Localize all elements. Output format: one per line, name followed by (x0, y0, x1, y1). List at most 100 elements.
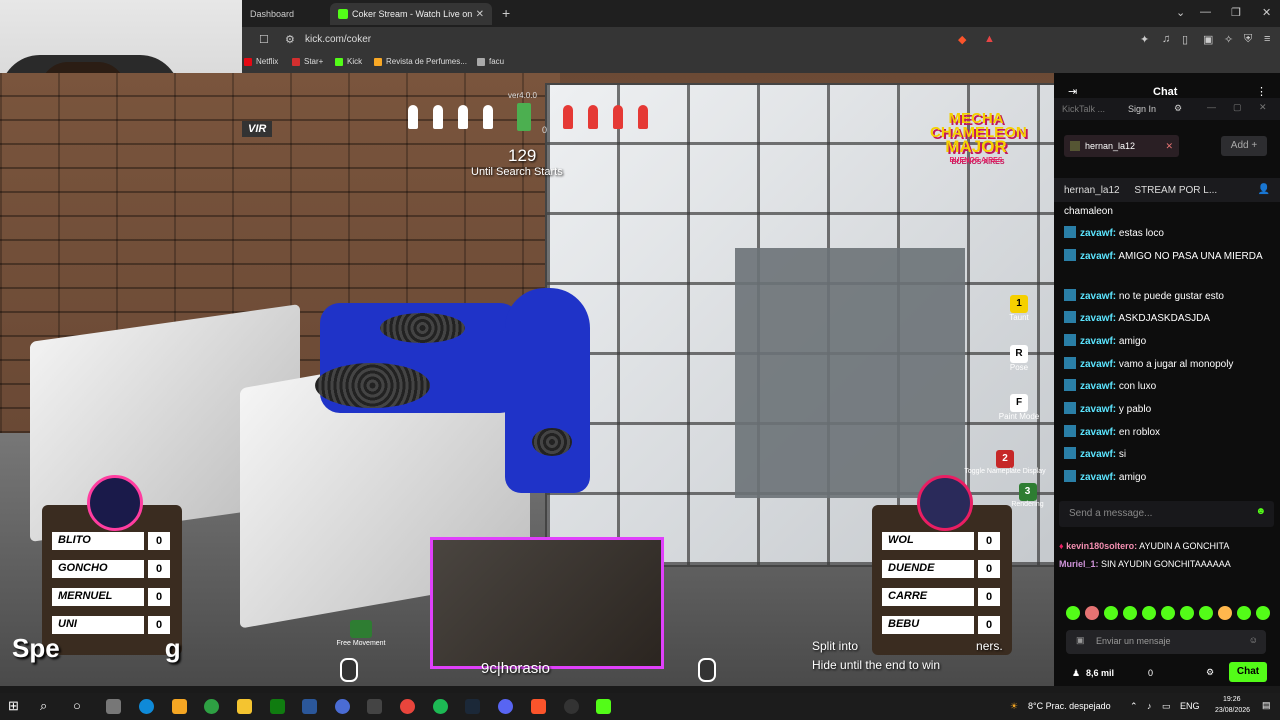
app-icon[interactable] (335, 699, 350, 714)
enviar-mensaje-input[interactable]: ▣ Enviar un mensaje ☺ (1066, 630, 1266, 654)
emote-icon[interactable] (1104, 606, 1118, 620)
steam-icon[interactable] (465, 699, 480, 714)
cortana-icon[interactable]: ○ (73, 698, 88, 713)
wallet-icon[interactable]: ▣ (1203, 33, 1215, 46)
emote-icon[interactable] (1142, 606, 1156, 620)
kick-icon (338, 9, 348, 19)
xbox-icon[interactable] (270, 699, 285, 714)
message-user[interactable]: zavawf: (1080, 404, 1116, 415)
emote-icon[interactable]: ☻ (1255, 506, 1266, 517)
pinned-message[interactable]: hernan_la12 STREAM POR L... 👤 (1054, 178, 1280, 202)
app-icon[interactable] (204, 699, 219, 714)
sidebar-icon[interactable]: ▯ (1182, 33, 1194, 46)
vpn-icon[interactable]: ⛨ (1244, 33, 1256, 45)
notification-icon[interactable]: ▤ (1262, 700, 1271, 711)
spotify-icon[interactable] (433, 699, 448, 714)
site-info-icon[interactable]: ⚙ (285, 33, 297, 46)
player-row: BEBU 0 (882, 616, 1000, 634)
brave-shield-icon[interactable]: ◆ (958, 33, 970, 46)
send-message-input[interactable]: Send a message... ☻ (1059, 501, 1274, 527)
tab-coker-stream[interactable]: Coker Stream - Watch Live on ✕ (330, 3, 492, 25)
music-icon[interactable]: ♫ (1162, 33, 1174, 45)
collapse-chat-icon[interactable]: ⇥ (1068, 85, 1077, 98)
language-indicator[interactable]: ENG (1180, 701, 1200, 711)
edge-icon[interactable] (139, 699, 154, 714)
emote-icon[interactable] (1085, 606, 1099, 620)
add-chat-button[interactable]: Add + (1221, 136, 1267, 156)
chrome-icon[interactable] (400, 699, 415, 714)
emote-icon[interactable] (1237, 606, 1251, 620)
emote-icon[interactable] (1161, 606, 1175, 620)
volume-icon[interactable]: ♪ (1147, 701, 1152, 711)
message-user[interactable]: zavawf: (1080, 427, 1116, 438)
chat-user-tab[interactable]: hernan_la12 ✕ (1064, 135, 1179, 157)
kick-icon[interactable] (596, 699, 611, 714)
message-user[interactable]: zavawf: (1080, 313, 1116, 324)
bookmark-kick[interactable]: Kick (335, 57, 362, 66)
network-icon[interactable]: ▭ (1162, 701, 1171, 712)
emote-icon[interactable] (1218, 606, 1232, 620)
clock-time[interactable]: 19:26 (1223, 696, 1241, 703)
emote-icon[interactable] (1199, 606, 1213, 620)
chat-settings-icon[interactable]: ⋮ (1256, 85, 1267, 98)
message-user[interactable]: Muriel_1: (1059, 559, 1099, 569)
bookmark-starplus[interactable]: Star+ (292, 57, 323, 66)
tab-dashboard[interactable]: Dashboard (242, 3, 328, 25)
url-field[interactable]: kick.com/coker (305, 34, 371, 45)
message-user[interactable]: zavawf: (1080, 381, 1116, 392)
message-user[interactable]: zavawf: (1080, 336, 1116, 347)
bookmark-facu[interactable]: facu (477, 57, 504, 66)
pinned-text: STREAM POR L... (1134, 185, 1218, 196)
extensions-icon[interactable]: ✦ (1140, 33, 1152, 46)
close-window-button[interactable]: ✕ (1262, 6, 1271, 19)
bookmark-perfumes[interactable]: Revista de Perfumes... (374, 57, 467, 66)
emoji-icon[interactable]: ☺ (1249, 635, 1258, 645)
obs-icon[interactable] (564, 699, 579, 714)
message-user[interactable]: zavawf: (1080, 291, 1116, 302)
message-text: AMIGO NO PASA UNA MIERDA (1118, 251, 1263, 262)
chevron-down-icon[interactable]: ⌄ (1176, 6, 1185, 19)
chevron-up-icon[interactable]: ⌃ (1130, 701, 1138, 712)
message-user[interactable]: zavawf: (1080, 251, 1116, 262)
message-user[interactable]: zavawf: (1080, 449, 1116, 460)
minimize-button[interactable]: — (1207, 102, 1216, 112)
chat-send-button[interactable]: Chat (1229, 662, 1267, 682)
word-icon[interactable] (302, 699, 317, 714)
windows-start-icon[interactable]: ⊞ (8, 698, 23, 713)
bookmark-netflix[interactable]: Netflix (244, 57, 278, 66)
close-icon[interactable]: ✕ (1165, 141, 1173, 152)
brave-icon[interactable] (531, 699, 546, 714)
restore-button[interactable]: ❐ (1231, 6, 1241, 19)
app-icon[interactable] (367, 699, 382, 714)
message-user[interactable]: zavawf: (1080, 228, 1116, 239)
message-user[interactable]: kevin180soltero: (1066, 541, 1137, 551)
chat-message-list[interactable]: chamaleon zavawf: estas loco zavawf: AMI… (1054, 203, 1280, 493)
maximize-button[interactable]: ▢ (1233, 102, 1242, 113)
emote-icon[interactable] (1066, 606, 1080, 620)
app-icon[interactable] (172, 699, 187, 714)
brave-rewards-icon[interactable]: ▲ (984, 33, 996, 45)
taskview-icon[interactable] (106, 699, 121, 714)
emote-icon[interactable] (1180, 606, 1194, 620)
emote-icon[interactable] (1123, 606, 1137, 620)
menu-icon[interactable]: ≡ (1264, 33, 1276, 45)
gear-icon[interactable]: ⚙ (1206, 667, 1214, 678)
minimize-button[interactable]: — (1200, 6, 1211, 18)
gear-icon[interactable]: ⚙ (1174, 103, 1182, 114)
weather-text[interactable]: 8°C Prac. despejado (1028, 701, 1111, 711)
sign-in-button[interactable]: Sign In (1128, 104, 1156, 114)
message-user[interactable]: zavawf: (1080, 359, 1116, 370)
free-movement-hint: Free Movement (335, 620, 387, 647)
close-icon[interactable]: ✕ (476, 9, 484, 20)
keyhint-label: Taunt (1009, 313, 1029, 322)
close-icon[interactable]: ✕ (1259, 102, 1267, 113)
search-icon[interactable]: ⌕ (40, 698, 55, 713)
bookmark-icon[interactable]: ☐ (259, 33, 271, 46)
leo-icon[interactable]: ✧ (1224, 33, 1236, 46)
discord-icon[interactable] (498, 699, 513, 714)
clock-date[interactable]: 23/08/2026 (1215, 707, 1250, 714)
emote-icon[interactable] (1256, 606, 1270, 620)
message-user[interactable]: zavawf: (1080, 472, 1116, 483)
file-explorer-icon[interactable] (237, 699, 252, 714)
new-tab-button[interactable]: + (502, 5, 510, 21)
